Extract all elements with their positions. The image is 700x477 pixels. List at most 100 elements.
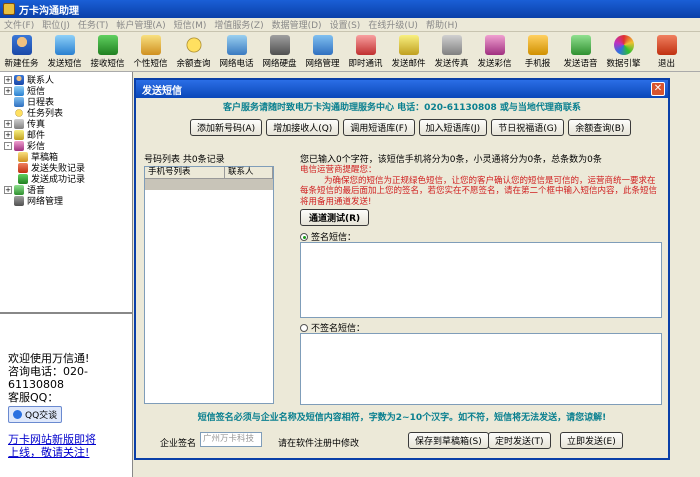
dialog-title-bar: 发送短信 ✕ xyxy=(136,80,668,98)
tree-item-fax[interactable]: + 传真 xyxy=(4,118,132,130)
add-recipient-button[interactable]: 增加接收人(Q) xyxy=(266,119,340,136)
mobile-news-icon xyxy=(527,35,548,55)
list-item[interactable] xyxy=(145,179,273,190)
tree-item-task-list[interactable]: 任务列表 xyxy=(4,107,132,119)
network-icon xyxy=(14,195,24,206)
menu-account[interactable]: 帐户管理(A) xyxy=(114,18,171,31)
voice-icon xyxy=(570,35,591,55)
radio-checked-icon[interactable] xyxy=(300,233,308,241)
menu-sms[interactable]: 短信(M) xyxy=(172,18,213,31)
drafts-icon xyxy=(18,151,28,162)
number-list[interactable]: 手机号列表 联系人 xyxy=(144,166,274,404)
tree-item-send-success[interactable]: 发送成功记录 xyxy=(4,173,132,185)
company-signature-field[interactable]: 广州万卡科技 xyxy=(200,432,262,447)
user-icon xyxy=(11,35,32,55)
send-fax-button[interactable]: 发送传真 xyxy=(430,32,473,72)
number-list-label: 号码列表 共0条记录 xyxy=(144,155,225,165)
tree-item-contacts[interactable]: + 联系人 xyxy=(4,74,132,86)
custom-sms-button[interactable]: 个性短信 xyxy=(129,32,172,72)
chat-icon xyxy=(355,35,376,55)
expand-icon[interactable]: + xyxy=(4,75,12,84)
company-hint: 请在软件注册中修改 xyxy=(278,439,360,449)
net-phone-button[interactable]: 网络电话 xyxy=(215,32,258,72)
unsigned-sms-input[interactable] xyxy=(300,333,662,405)
expand-icon[interactable]: + xyxy=(4,185,12,194)
qq-icon xyxy=(13,410,22,419)
pen-icon xyxy=(140,35,161,55)
menu-upgrade[interactable]: 在线升级(U) xyxy=(366,18,424,31)
tree-item-mail[interactable]: + 邮件 xyxy=(4,129,132,141)
save-draft-button[interactable]: 保存到草稿箱(S) xyxy=(408,432,489,449)
collapse-icon[interactable]: - xyxy=(4,141,12,150)
new-task-button[interactable]: 新建任务 xyxy=(0,32,43,72)
channel-test-button[interactable]: 通道测试(R) xyxy=(300,209,370,226)
qq-label: 客服QQ： xyxy=(8,391,59,404)
hotline-label: 咨询电话：020- xyxy=(8,365,88,378)
mms-icon xyxy=(484,35,505,55)
mail-icon xyxy=(14,129,24,140)
fax-icon xyxy=(441,35,462,55)
schedule-send-button[interactable]: 定时发送(T) xyxy=(488,432,551,449)
col-phone[interactable]: 手机号列表 xyxy=(145,167,225,178)
menu-job[interactable]: 职位(J) xyxy=(40,18,76,31)
app-icon xyxy=(3,3,15,15)
balance-query-button[interactable]: 余额查询 xyxy=(172,32,215,72)
char-count-text: 您已输入0个字符，该短信手机将分为0条，小灵通将分为0条，总条数为0条 xyxy=(300,155,602,165)
expand-icon[interactable]: + xyxy=(4,119,12,128)
menu-help[interactable]: 帮助(H) xyxy=(424,18,464,31)
expand-icon[interactable]: + xyxy=(4,130,12,139)
data-engine-button[interactable]: 数据引擎 xyxy=(602,32,645,72)
task-icon xyxy=(14,107,24,118)
success-icon xyxy=(18,173,28,184)
company-signature-label: 企业签名 xyxy=(160,439,197,449)
send-mail-button[interactable]: 发送邮件 xyxy=(387,32,430,72)
expand-icon[interactable]: + xyxy=(4,86,12,95)
mms-icon xyxy=(14,140,24,151)
send-sms-button[interactable]: 发送短信 xyxy=(43,32,86,72)
balance-query-button[interactable]: 余额查询(B) xyxy=(568,119,632,136)
menu-value-added[interactable]: 增值服务(Z) xyxy=(212,18,269,31)
add-to-library-button[interactable]: 加入短语库(J) xyxy=(418,119,488,136)
col-contact[interactable]: 联系人 xyxy=(225,167,273,178)
tree-item-mms[interactable]: - 彩信 xyxy=(4,140,132,152)
action-button-row: 添加新号码(A) 增加接收人(Q) 调用短语库(F) 加入短语库(J) 节日祝福… xyxy=(190,119,632,136)
net-manage-button[interactable]: 网络管理 xyxy=(301,32,344,72)
coin-icon xyxy=(183,35,204,55)
net-disk-button[interactable]: 网络硬盘 xyxy=(258,32,301,72)
ad-panel: 欢迎使用万信通! 咨询电话：020- 61130808 客服QQ： QQ交谈 万… xyxy=(0,312,133,477)
send-voice-button[interactable]: 发送语音 xyxy=(559,32,602,72)
instant-msg-button[interactable]: 即时通讯 xyxy=(344,32,387,72)
add-number-button[interactable]: 添加新号码(A) xyxy=(190,119,263,136)
signed-sms-input[interactable] xyxy=(300,242,662,318)
exit-icon xyxy=(656,35,677,55)
tree-item-voice[interactable]: + 语音 xyxy=(4,184,132,196)
receive-sms-button[interactable]: 接收短信 xyxy=(86,32,129,72)
receive-icon xyxy=(97,35,118,55)
operator-notice: 电信运营商提醒您： 为确保您的短信为正规绿色短信，让您的客户确认您的短信是可信的… xyxy=(300,165,658,207)
send-sms-dialog: 发送短信 ✕ 客户服务请随时致电万卡沟通助理服务中心 电话：020-611308… xyxy=(134,78,670,460)
send-now-button[interactable]: 立即发送(E) xyxy=(560,432,623,449)
sms-icon xyxy=(14,85,24,96)
phrase-library-button[interactable]: 调用短语库(F) xyxy=(343,119,415,136)
mobile-news-button[interactable]: 手机报 xyxy=(516,32,559,72)
close-icon[interactable]: ✕ xyxy=(651,82,665,96)
holiday-greetings-button[interactable]: 节日祝福语(G) xyxy=(491,119,565,136)
website-link[interactable]: 万卡网站新版即将 上线，敬请关注! xyxy=(8,433,132,459)
tree-item-sms[interactable]: + 短信 xyxy=(4,85,132,97)
send-mms-button[interactable]: 发送彩信 xyxy=(473,32,516,72)
menu-task[interactable]: 任务(T) xyxy=(76,18,115,31)
failed-icon xyxy=(18,162,28,173)
tree-item-network[interactable]: 网络管理 xyxy=(4,195,132,207)
radio-icon[interactable] xyxy=(300,324,308,332)
tree-item-schedule[interactable]: 日程表 xyxy=(4,96,132,108)
fax-icon xyxy=(14,118,24,129)
calendar-icon xyxy=(14,96,24,107)
navigation-tree: + 联系人 + 短信 日程表 任务列表 + 传真 + 邮件 - 彩信 草稿箱 发送失败记录… xyxy=(0,72,133,312)
menu-data[interactable]: 数据管理(D) xyxy=(270,18,328,31)
disk-icon xyxy=(269,35,290,55)
window-title: 万卡沟通助理 xyxy=(19,5,79,17)
exit-button[interactable]: 退出 xyxy=(645,32,688,72)
menu-file[interactable]: 文件(F) xyxy=(2,18,40,31)
menu-settings[interactable]: 设置(S) xyxy=(328,18,367,31)
qq-chat-button[interactable]: QQ交谈 xyxy=(8,406,63,423)
